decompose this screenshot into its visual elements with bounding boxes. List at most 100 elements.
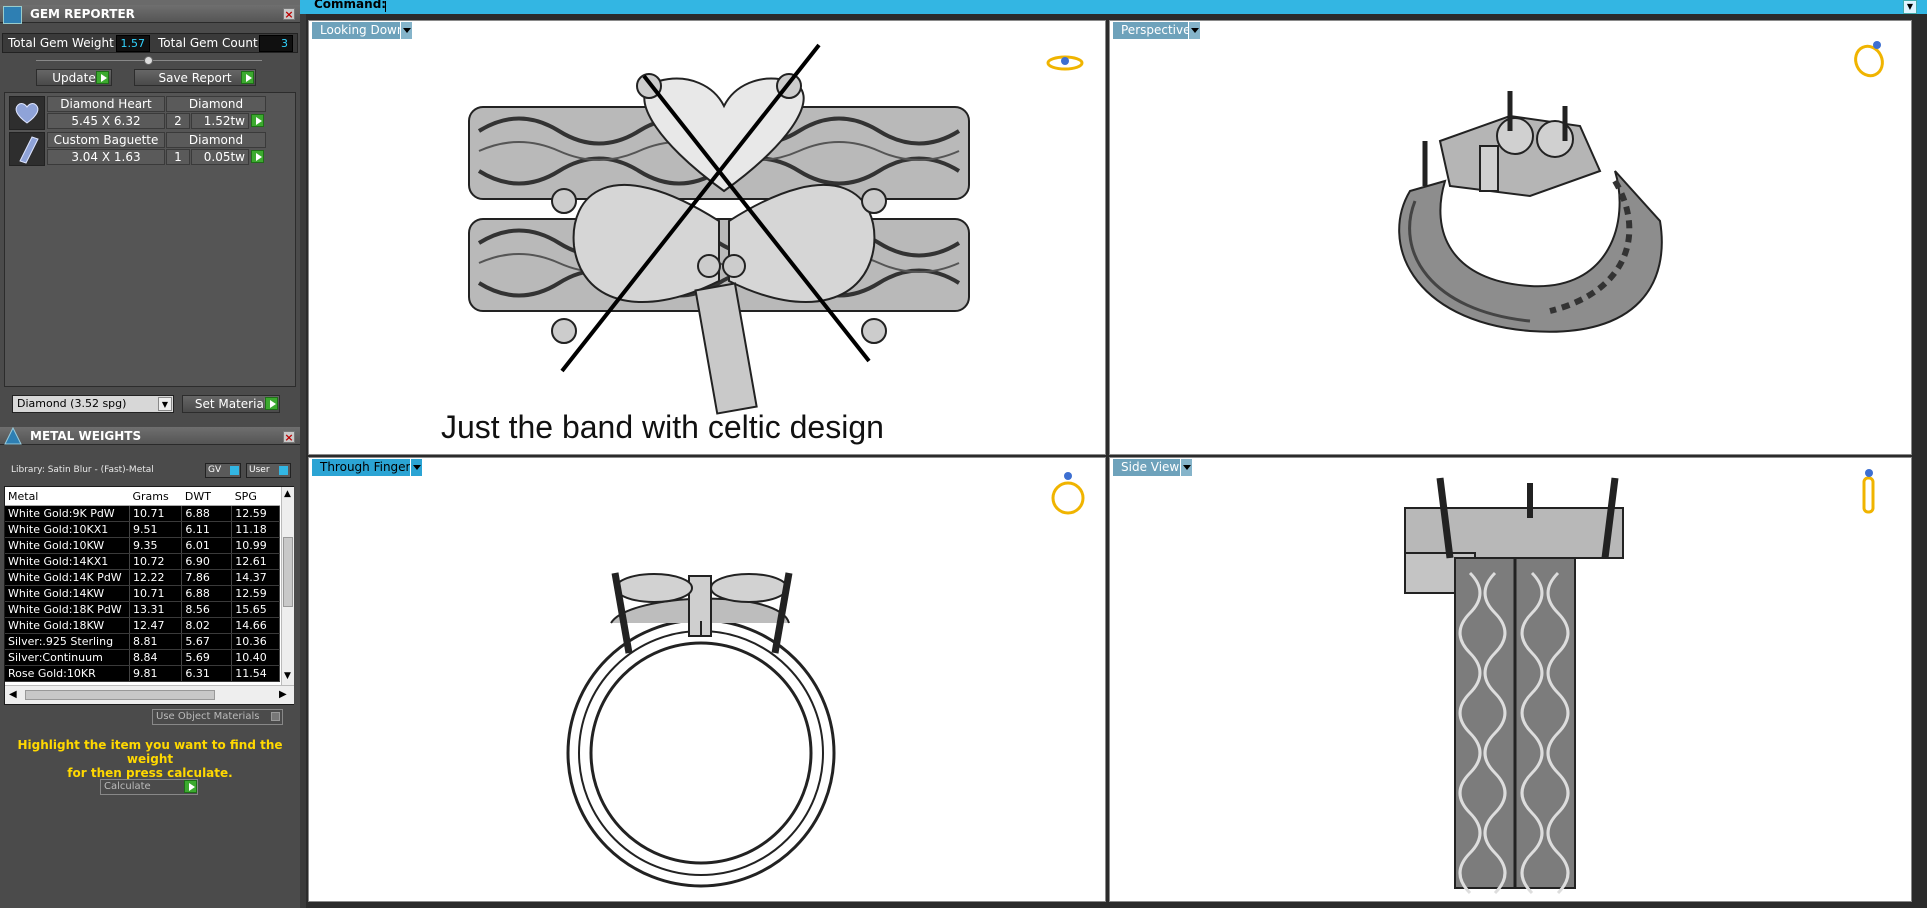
metal-weights-title: METAL WEIGHTS [0,427,300,445]
table-cell: 12.22 [129,569,183,586]
command-dropdown-icon[interactable]: ▼ [1903,0,1917,14]
ring-orientation-icon[interactable] [1858,466,1880,520]
material-select[interactable]: Diamond (3.52 spg) ▼ [12,395,174,413]
left-panel: GEM REPORTER × Total Gem Weight 1.57 Tot… [0,0,300,908]
scroll-down-icon[interactable]: ▼ [284,671,291,681]
table-cell: 9.51 [129,521,183,538]
scroll-right-icon[interactable]: ▶ [279,689,287,700]
table-cell: Silver:.925 Sterling [5,633,130,650]
scroll-up-icon[interactable]: ▲ [284,489,291,499]
table-row[interactable]: Rose Gold:10KR 9.81 6.31 11.54 [5,665,280,682]
vertical-scrollbar[interactable]: ▲ ▼ [281,487,294,685]
metal-weights-close-icon[interactable]: × [283,431,295,444]
column-header[interactable]: Metal [5,487,130,506]
gem-qty: 2 [166,113,190,129]
table-row[interactable]: White Gold:9K PdW 10.71 6.88 12.59 [5,505,280,522]
table-header-row: Metal Grams DWT SPG [5,487,280,506]
table-cell: 6.90 [181,553,233,570]
table-cell: 8.84 [129,649,183,666]
table-cell: 10.72 [129,553,183,570]
table-cell: 10.71 [129,505,183,522]
table-cell: White Gold:14KX1 [5,553,130,570]
metal-weights-icon [2,426,24,446]
ring-orientation-icon[interactable] [1045,51,1085,77]
gem-size: 3.04 X 1.63 [47,149,165,165]
gem-total-weight: 1.52tw [191,113,249,129]
ring-orientation-icon[interactable] [1049,468,1087,520]
total-gem-weight-value: 1.57 [116,35,150,52]
total-gem-weight-label: Total Gem Weight [8,36,114,50]
table-row[interactable]: White Gold:10KW 9.35 6.01 10.99 [5,537,280,554]
update-go-icon[interactable] [96,71,109,84]
gem-reporter-header: GEM REPORTER × [0,0,300,25]
ring-finger-view [566,572,836,888]
table-cell: Rose Gold:10KR [5,665,130,682]
chevron-down-icon[interactable]: ▼ [158,397,172,411]
scrollbar-thumb[interactable] [25,690,215,700]
user-toggle[interactable]: User [246,463,291,478]
column-header[interactable]: DWT [181,487,232,506]
gem-size: 5.45 X 6.32 [47,113,165,129]
table-row[interactable]: White Gold:14KX1 10.72 6.90 12.61 [5,553,280,570]
set-material-go-icon[interactable] [265,397,278,410]
annotation-text: Just the band with celtic design [441,409,884,445]
horizontal-scrollbar[interactable]: ◀ ▶ [5,685,294,704]
table-cell: 12.47 [129,617,183,634]
table-row[interactable]: White Gold:18KW 12.47 8.02 14.66 [5,617,280,634]
save-report-button[interactable]: Save Report [134,69,256,86]
gem-row-go-icon[interactable] [251,150,264,163]
gv-indicator-icon [230,466,239,475]
viewport-looking-down[interactable]: Looking Down Just the band with celtic d… [308,20,1106,455]
gv-toggle[interactable]: GV [205,463,241,478]
column-header[interactable]: SPG [231,487,280,506]
gem-total-weight: 0.05tw [191,149,249,165]
table-row[interactable]: White Gold:10KX1 9.51 6.11 11.18 [5,521,280,538]
viewport-through-finger[interactable]: Through Finger [308,457,1106,902]
calculate-go-icon[interactable] [184,780,197,793]
table-cell: 5.67 [181,633,233,650]
column-header[interactable]: Grams [129,487,182,506]
scrollbar-thumb[interactable] [283,537,293,607]
table-cell: 6.11 [181,521,233,538]
scroll-left-icon[interactable]: ◀ [9,689,17,700]
table-cell: White Gold:10KW [5,537,130,554]
table-cell: 14.66 [231,617,280,634]
total-gem-count-label: Total Gem Count [158,36,258,50]
panel-splitter[interactable] [300,0,306,908]
table-cell: White Gold:14K PdW [5,569,130,586]
table-cell: 14.37 [231,569,280,586]
use-object-materials-toggle[interactable]: Use Object Materials [152,709,283,725]
checkbox-icon[interactable] [271,712,280,721]
table-cell: 6.01 [181,537,233,554]
ring-orientation-icon[interactable] [1851,35,1889,83]
table-cell: 11.18 [231,521,280,538]
metal-weights-body: White Gold:9K PdW 10.71 6.88 12.59 White Gol… [5,505,280,682]
user-indicator-icon [279,466,288,475]
table-cell: 13.31 [129,601,183,618]
table-row[interactable]: Silver:.925 Sterling 8.81 5.67 10.36 [5,633,280,650]
table-cell: 10.40 [231,649,280,666]
table-cell: White Gold:10KX1 [5,521,130,538]
viewport-perspective[interactable]: Perspective [1109,20,1912,455]
table-row[interactable]: Silver:Continuum 8.84 5.69 10.40 [5,649,280,666]
metal-table-container: Metal Grams DWT SPG White Gold:9K PdW 10.… [4,486,294,705]
viewport-side-view[interactable]: Side View [1109,457,1912,902]
table-row[interactable]: White Gold:18K PdW 13.31 8.56 15.65 [5,601,280,618]
gem-name: Diamond Heart [47,96,165,112]
metal-weights-table: Metal Grams DWT SPG White Gold:9K PdW 10.… [5,487,280,682]
table-cell: Silver:Continuum [5,649,130,666]
save-report-go-icon[interactable] [241,71,254,84]
gem-row-go-icon[interactable] [251,114,264,127]
table-cell: 5.69 [181,649,233,666]
command-bar[interactable]: Command: ▼ [300,0,1927,14]
table-row[interactable]: White Gold:14K PdW 12.22 7.86 14.37 [5,569,280,586]
library-label: Library: Satin Blur - (Fast)-Metal [11,465,154,475]
table-row[interactable]: White Gold:14KW 10.71 6.88 12.59 [5,585,280,602]
slider-handle[interactable] [144,56,153,65]
total-gem-count-value: 3 [259,35,293,52]
hint-text: Highlight the item you want to find the … [17,738,283,780]
command-caret [385,1,386,12]
ring-side-view [1404,477,1624,895]
ring-perspective-view [1398,91,1663,333]
gem-reporter-close-icon[interactable]: × [283,8,295,21]
